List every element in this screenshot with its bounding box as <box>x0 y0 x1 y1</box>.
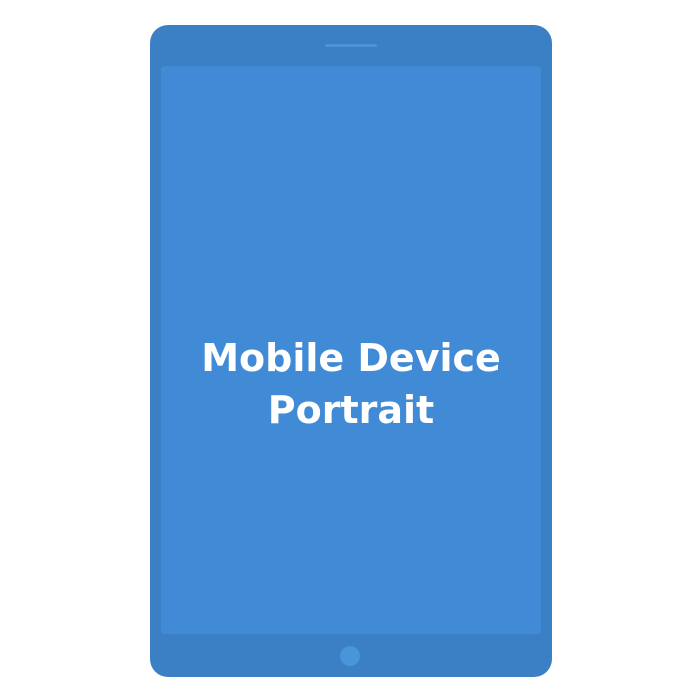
device-screen: Mobile Device Portrait <box>161 66 541 634</box>
caption-line-1: Mobile Device <box>201 336 501 380</box>
home-button[interactable] <box>340 646 360 666</box>
tablet-device-frame: Mobile Device Portrait <box>150 25 552 677</box>
speaker-slot <box>325 44 377 47</box>
caption-line-2: Portrait <box>267 388 435 432</box>
screen-caption: Mobile Device Portrait <box>161 332 541 436</box>
